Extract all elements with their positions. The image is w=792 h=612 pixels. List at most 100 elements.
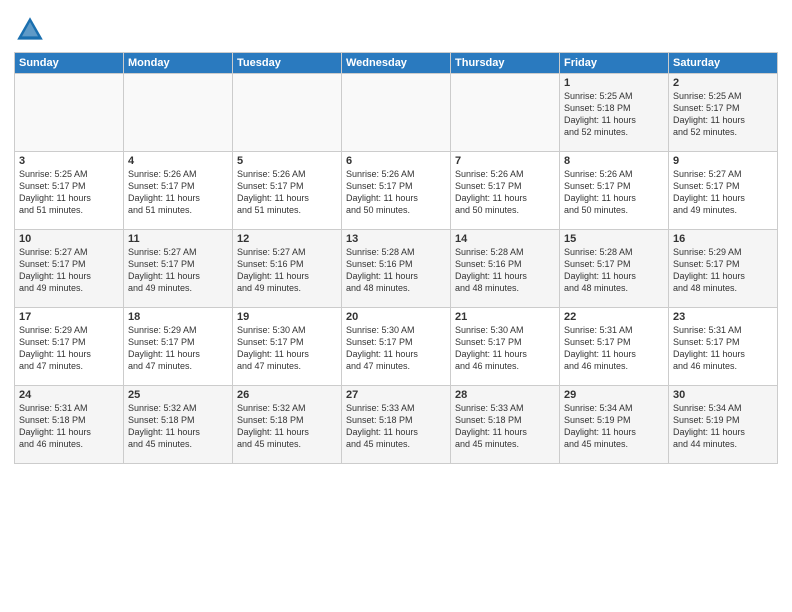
day-number: 21 (455, 311, 555, 323)
day-number: 4 (128, 155, 228, 167)
calendar-cell (451, 74, 560, 152)
day-info: Sunrise: 5:26 AMSunset: 5:17 PMDaylight:… (128, 168, 228, 217)
day-number: 6 (346, 155, 446, 167)
calendar-cell: 5Sunrise: 5:26 AMSunset: 5:17 PMDaylight… (233, 152, 342, 230)
calendar-cell: 16Sunrise: 5:29 AMSunset: 5:17 PMDayligh… (669, 230, 778, 308)
day-number: 12 (237, 233, 337, 245)
calendar-week-row: 1Sunrise: 5:25 AMSunset: 5:18 PMDaylight… (15, 74, 778, 152)
day-info: Sunrise: 5:30 AMSunset: 5:17 PMDaylight:… (455, 324, 555, 373)
day-info: Sunrise: 5:27 AMSunset: 5:17 PMDaylight:… (19, 246, 119, 295)
day-number: 1 (564, 77, 664, 89)
day-number: 30 (673, 389, 773, 401)
calendar-cell (233, 74, 342, 152)
calendar-cell (342, 74, 451, 152)
day-info: Sunrise: 5:25 AMSunset: 5:17 PMDaylight:… (673, 90, 773, 139)
calendar-body: 1Sunrise: 5:25 AMSunset: 5:18 PMDaylight… (15, 74, 778, 464)
weekday-header: Friday (560, 53, 669, 74)
day-info: Sunrise: 5:26 AMSunset: 5:17 PMDaylight:… (564, 168, 664, 217)
day-info: Sunrise: 5:29 AMSunset: 5:17 PMDaylight:… (128, 324, 228, 373)
calendar-cell: 17Sunrise: 5:29 AMSunset: 5:17 PMDayligh… (15, 308, 124, 386)
day-number: 29 (564, 389, 664, 401)
calendar-header-row: SundayMondayTuesdayWednesdayThursdayFrid… (15, 53, 778, 74)
calendar-cell: 21Sunrise: 5:30 AMSunset: 5:17 PMDayligh… (451, 308, 560, 386)
day-number: 13 (346, 233, 446, 245)
day-info: Sunrise: 5:26 AMSunset: 5:17 PMDaylight:… (455, 168, 555, 217)
day-number: 19 (237, 311, 337, 323)
day-info: Sunrise: 5:30 AMSunset: 5:17 PMDaylight:… (346, 324, 446, 373)
weekday-header: Saturday (669, 53, 778, 74)
weekday-header: Monday (124, 53, 233, 74)
calendar-cell: 18Sunrise: 5:29 AMSunset: 5:17 PMDayligh… (124, 308, 233, 386)
day-info: Sunrise: 5:29 AMSunset: 5:17 PMDaylight:… (19, 324, 119, 373)
weekday-header: Wednesday (342, 53, 451, 74)
day-info: Sunrise: 5:32 AMSunset: 5:18 PMDaylight:… (237, 402, 337, 451)
calendar-cell: 29Sunrise: 5:34 AMSunset: 5:19 PMDayligh… (560, 386, 669, 464)
calendar-cell: 13Sunrise: 5:28 AMSunset: 5:16 PMDayligh… (342, 230, 451, 308)
weekday-header: Tuesday (233, 53, 342, 74)
day-number: 9 (673, 155, 773, 167)
day-number: 18 (128, 311, 228, 323)
day-info: Sunrise: 5:28 AMSunset: 5:16 PMDaylight:… (455, 246, 555, 295)
day-number: 20 (346, 311, 446, 323)
day-info: Sunrise: 5:27 AMSunset: 5:16 PMDaylight:… (237, 246, 337, 295)
day-number: 10 (19, 233, 119, 245)
calendar-cell: 28Sunrise: 5:33 AMSunset: 5:18 PMDayligh… (451, 386, 560, 464)
calendar-week-row: 10Sunrise: 5:27 AMSunset: 5:17 PMDayligh… (15, 230, 778, 308)
day-number: 3 (19, 155, 119, 167)
weekday-header: Sunday (15, 53, 124, 74)
day-info: Sunrise: 5:30 AMSunset: 5:17 PMDaylight:… (237, 324, 337, 373)
day-info: Sunrise: 5:32 AMSunset: 5:18 PMDaylight:… (128, 402, 228, 451)
day-info: Sunrise: 5:25 AMSunset: 5:18 PMDaylight:… (564, 90, 664, 139)
calendar-cell: 6Sunrise: 5:26 AMSunset: 5:17 PMDaylight… (342, 152, 451, 230)
day-number: 26 (237, 389, 337, 401)
calendar-cell: 1Sunrise: 5:25 AMSunset: 5:18 PMDaylight… (560, 74, 669, 152)
calendar-week-row: 3Sunrise: 5:25 AMSunset: 5:17 PMDaylight… (15, 152, 778, 230)
calendar-cell: 25Sunrise: 5:32 AMSunset: 5:18 PMDayligh… (124, 386, 233, 464)
day-info: Sunrise: 5:33 AMSunset: 5:18 PMDaylight:… (346, 402, 446, 451)
day-number: 14 (455, 233, 555, 245)
day-number: 15 (564, 233, 664, 245)
calendar-cell: 11Sunrise: 5:27 AMSunset: 5:17 PMDayligh… (124, 230, 233, 308)
calendar-cell: 27Sunrise: 5:33 AMSunset: 5:18 PMDayligh… (342, 386, 451, 464)
calendar-cell: 20Sunrise: 5:30 AMSunset: 5:17 PMDayligh… (342, 308, 451, 386)
calendar-table: SundayMondayTuesdayWednesdayThursdayFrid… (14, 52, 778, 464)
day-info: Sunrise: 5:33 AMSunset: 5:18 PMDaylight:… (455, 402, 555, 451)
day-info: Sunrise: 5:34 AMSunset: 5:19 PMDaylight:… (673, 402, 773, 451)
logo (14, 14, 48, 46)
calendar-cell: 3Sunrise: 5:25 AMSunset: 5:17 PMDaylight… (15, 152, 124, 230)
calendar-cell: 14Sunrise: 5:28 AMSunset: 5:16 PMDayligh… (451, 230, 560, 308)
calendar-cell: 15Sunrise: 5:28 AMSunset: 5:17 PMDayligh… (560, 230, 669, 308)
day-info: Sunrise: 5:34 AMSunset: 5:19 PMDaylight:… (564, 402, 664, 451)
calendar-cell: 10Sunrise: 5:27 AMSunset: 5:17 PMDayligh… (15, 230, 124, 308)
day-info: Sunrise: 5:27 AMSunset: 5:17 PMDaylight:… (673, 168, 773, 217)
calendar-cell: 8Sunrise: 5:26 AMSunset: 5:17 PMDaylight… (560, 152, 669, 230)
day-info: Sunrise: 5:29 AMSunset: 5:17 PMDaylight:… (673, 246, 773, 295)
calendar-page: SundayMondayTuesdayWednesdayThursdayFrid… (0, 0, 792, 612)
calendar-cell: 24Sunrise: 5:31 AMSunset: 5:18 PMDayligh… (15, 386, 124, 464)
calendar-cell: 2Sunrise: 5:25 AMSunset: 5:17 PMDaylight… (669, 74, 778, 152)
day-info: Sunrise: 5:28 AMSunset: 5:16 PMDaylight:… (346, 246, 446, 295)
calendar-cell: 22Sunrise: 5:31 AMSunset: 5:17 PMDayligh… (560, 308, 669, 386)
day-number: 7 (455, 155, 555, 167)
day-info: Sunrise: 5:31 AMSunset: 5:18 PMDaylight:… (19, 402, 119, 451)
calendar-cell: 9Sunrise: 5:27 AMSunset: 5:17 PMDaylight… (669, 152, 778, 230)
logo-icon (14, 14, 46, 46)
day-info: Sunrise: 5:31 AMSunset: 5:17 PMDaylight:… (564, 324, 664, 373)
calendar-cell: 12Sunrise: 5:27 AMSunset: 5:16 PMDayligh… (233, 230, 342, 308)
calendar-cell: 26Sunrise: 5:32 AMSunset: 5:18 PMDayligh… (233, 386, 342, 464)
day-info: Sunrise: 5:28 AMSunset: 5:17 PMDaylight:… (564, 246, 664, 295)
day-number: 16 (673, 233, 773, 245)
day-number: 23 (673, 311, 773, 323)
day-info: Sunrise: 5:25 AMSunset: 5:17 PMDaylight:… (19, 168, 119, 217)
day-info: Sunrise: 5:31 AMSunset: 5:17 PMDaylight:… (673, 324, 773, 373)
calendar-cell: 19Sunrise: 5:30 AMSunset: 5:17 PMDayligh… (233, 308, 342, 386)
calendar-cell: 7Sunrise: 5:26 AMSunset: 5:17 PMDaylight… (451, 152, 560, 230)
calendar-cell: 30Sunrise: 5:34 AMSunset: 5:19 PMDayligh… (669, 386, 778, 464)
day-number: 25 (128, 389, 228, 401)
calendar-cell (124, 74, 233, 152)
day-number: 22 (564, 311, 664, 323)
day-info: Sunrise: 5:26 AMSunset: 5:17 PMDaylight:… (237, 168, 337, 217)
calendar-week-row: 17Sunrise: 5:29 AMSunset: 5:17 PMDayligh… (15, 308, 778, 386)
calendar-cell: 4Sunrise: 5:26 AMSunset: 5:17 PMDaylight… (124, 152, 233, 230)
calendar-cell: 23Sunrise: 5:31 AMSunset: 5:17 PMDayligh… (669, 308, 778, 386)
